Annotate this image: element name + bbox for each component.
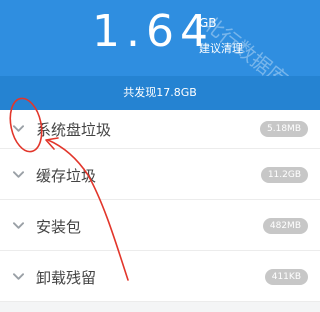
size-badge: 11.2GB bbox=[260, 167, 308, 183]
junk-category-list: 系统盘垃圾 5.18MB 缓存垃圾 11.2GB 安装包 482MB 卸载残留 … bbox=[0, 110, 320, 302]
clean-screen: 1.64 GB 建议清理 北行数据库 共发现17.8GB 系统盘垃圾 5.18M… bbox=[0, 0, 320, 312]
found-total-text: 共发现17.8GB bbox=[123, 86, 197, 99]
list-item-uninstall-residue[interactable]: 卸载残留 411KB bbox=[0, 251, 320, 302]
size-badge: 5.18MB bbox=[260, 121, 308, 137]
chevron-down-icon bbox=[13, 273, 24, 280]
list-item-label: 卸载残留 bbox=[36, 269, 97, 287]
size-badge: 482MB bbox=[262, 218, 308, 234]
chevron-down-icon bbox=[13, 222, 24, 229]
list-item-install-packages[interactable]: 安装包 482MB bbox=[0, 200, 320, 251]
list-item-cache-junk[interactable]: 缓存垃圾 11.2GB bbox=[0, 149, 320, 200]
list-item-label: 缓存垃圾 bbox=[36, 167, 97, 185]
size-badge: 411KB bbox=[264, 269, 308, 285]
junk-size-value: 1.64 bbox=[92, 6, 214, 57]
list-item-label: 安装包 bbox=[36, 218, 82, 236]
found-total-bar: 共发现17.8GB bbox=[0, 76, 320, 110]
chevron-down-icon bbox=[13, 171, 24, 178]
chevron-down-icon bbox=[13, 125, 24, 132]
list-item-system-junk[interactable]: 系统盘垃圾 5.18MB bbox=[0, 110, 320, 149]
summary-header: 1.64 GB 建议清理 北行数据库 bbox=[0, 0, 320, 92]
list-item-label: 系统盘垃圾 bbox=[36, 121, 112, 139]
